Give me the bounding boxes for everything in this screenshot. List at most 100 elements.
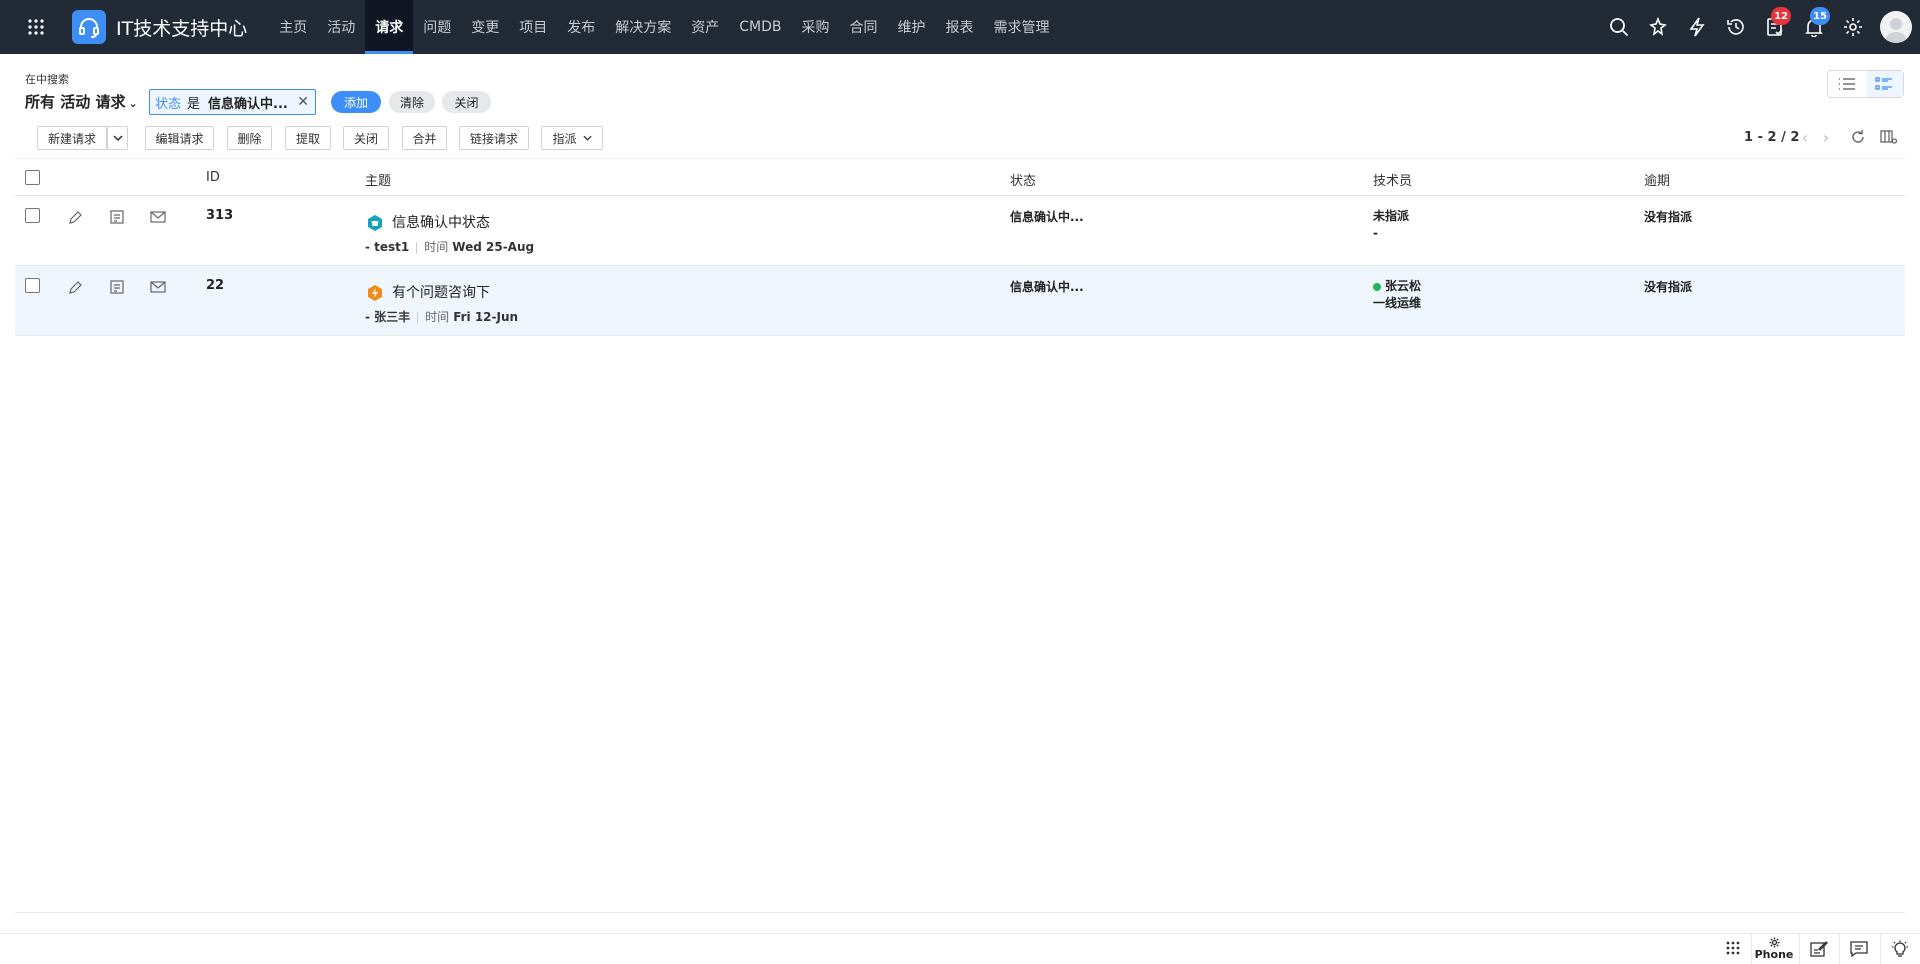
edit-request-button[interactable]: 编辑请求 (145, 126, 214, 150)
notes-icon[interactable] (108, 278, 126, 296)
nav-purchase[interactable]: 采购 (791, 0, 839, 54)
assign-dropdown-label: 指派 (552, 131, 577, 146)
column-header-id[interactable]: ID (206, 170, 220, 185)
chevron-down-icon (582, 135, 592, 141)
request-id-link[interactable]: 22 (206, 278, 224, 293)
table-row[interactable]: 313 信息确认中状态 - test1 时间 Wed 25-Aug 信息确认中...… (15, 196, 1905, 266)
request-subject-link[interactable]: 信息确认中状态 (392, 212, 490, 232)
technician-cell[interactable]: 未指派 - (1373, 208, 1409, 242)
technician-cell[interactable]: 张云松 一线运维 (1373, 278, 1421, 312)
edit-pencil-icon[interactable] (66, 278, 84, 296)
filter-chip-key: 状态 (155, 96, 182, 112)
notes-icon[interactable] (108, 208, 126, 226)
previous-page-chevron-icon[interactable]: ‹ (1797, 127, 1813, 147)
compose-note-icon[interactable] (1808, 936, 1830, 962)
nav-activities[interactable]: 活动 (317, 0, 365, 54)
notification-bell-icon[interactable]: 15 (1794, 0, 1833, 54)
app-grid-icon[interactable] (0, 0, 72, 54)
filter-chip-value: 信息确认中... (208, 96, 288, 112)
lightning-icon[interactable] (1677, 0, 1716, 54)
lightbulb-icon[interactable] (1889, 936, 1911, 962)
new-request-button[interactable]: 新建请求 (37, 126, 107, 150)
nav-home[interactable]: 主页 (269, 0, 317, 54)
nav-changes[interactable]: 变更 (461, 0, 509, 54)
nav-requests[interactable]: 请求 (365, 0, 414, 54)
user-avatar[interactable] (1880, 11, 1912, 43)
nav-projects[interactable]: 项目 (509, 0, 557, 54)
nav-solutions[interactable]: 解决方案 (605, 0, 681, 54)
content-bottom-divider (15, 912, 1905, 913)
divider (1751, 934, 1752, 964)
divider (417, 311, 419, 324)
headset-logo-icon[interactable] (72, 10, 106, 44)
nav-assets[interactable]: 资产 (681, 0, 729, 54)
requester-name[interactable]: - 张三丰 (365, 310, 410, 324)
delete-button[interactable]: 删除 (227, 126, 272, 150)
row-checkbox[interactable] (25, 208, 40, 223)
next-page-chevron-icon[interactable]: › (1818, 127, 1834, 147)
close-filter-button[interactable]: 关闭 (442, 91, 491, 113)
technician-group: - (1373, 226, 1378, 240)
select-all-checkbox[interactable] (25, 170, 40, 185)
magic-wand-icon[interactable] (1638, 0, 1677, 54)
pagination-info: 1 - 2 / 2 (1744, 130, 1800, 145)
top-right-icons: 12 15 (1599, 0, 1920, 54)
dialpad-icon[interactable] (1722, 936, 1744, 962)
status-cell[interactable]: 信息确认中... (1010, 278, 1084, 295)
filter-chip-status[interactable]: 状态 是 信息确认中... ✕ (149, 89, 316, 115)
column-header-due[interactable]: 逾期 (1644, 170, 1670, 189)
link-request-button[interactable]: 链接请求 (459, 126, 529, 150)
app-title[interactable]: IT技术支持中心 (116, 14, 247, 41)
nav-problems[interactable]: 问题 (413, 0, 461, 54)
request-meta: - 张三丰 时间 Fri 12-Jun (365, 308, 518, 325)
row-checkbox[interactable] (25, 278, 40, 293)
clear-filter-button[interactable]: 清除 (389, 91, 435, 113)
history-icon[interactable] (1716, 0, 1755, 54)
nav-contracts[interactable]: 合同 (839, 0, 887, 54)
online-status-dot (1373, 282, 1381, 291)
tasks-badge: 12 (1771, 7, 1791, 25)
phone-label: Phone (1754, 948, 1794, 961)
phone-button[interactable]: Phone (1754, 936, 1794, 962)
email-envelope-icon[interactable] (149, 208, 167, 226)
request-id-link[interactable]: 313 (206, 208, 233, 223)
new-request-dropdown-chevron-icon[interactable] (107, 126, 128, 150)
notifications-badge: 15 (1810, 7, 1830, 25)
divider (416, 241, 418, 254)
merge-button[interactable]: 合并 (402, 126, 447, 150)
nav-demand-management[interactable]: 需求管理 (983, 0, 1059, 54)
requester-name[interactable]: - test1 (365, 240, 409, 254)
due-cell: 没有指派 (1644, 280, 1693, 294)
view-selector[interactable]: 所有 活动 请求 ⌄ (25, 91, 138, 112)
column-settings-icon[interactable] (1878, 126, 1900, 148)
nav-releases[interactable]: 发布 (557, 0, 605, 54)
service-request-icon (366, 214, 384, 232)
detail-list-view-icon[interactable] (1865, 71, 1903, 97)
chat-icon[interactable] (1848, 936, 1870, 962)
refresh-icon[interactable] (1847, 126, 1869, 148)
technician-name: 张云松 (1385, 279, 1422, 293)
request-subject-link[interactable]: 有个问题咨询下 (392, 282, 490, 302)
close-request-button[interactable]: 关闭 (343, 126, 389, 150)
tasks-icon[interactable]: 12 (1755, 0, 1794, 54)
list-view-icon[interactable] (1828, 71, 1866, 97)
pickup-button[interactable]: 提取 (285, 126, 331, 150)
column-header-subject[interactable]: 主题 (365, 170, 391, 189)
table-row[interactable]: 22 有个问题咨询下 - 张三丰 时间 Fri 12-Jun 信息确认中... 张云… (15, 266, 1905, 336)
column-header-technician[interactable]: 技术员 (1373, 170, 1412, 189)
nav-maintenance[interactable]: 维护 (887, 0, 935, 54)
status-cell[interactable]: 信息确认中... (1010, 208, 1084, 225)
time-label: 时间 (424, 240, 449, 254)
bottom-bar: Phone (0, 933, 1920, 964)
remove-filter-close-icon[interactable]: ✕ (297, 94, 309, 110)
nav-cmdb[interactable]: CMDB (729, 0, 791, 54)
search-icon[interactable] (1599, 0, 1638, 54)
assign-dropdown[interactable]: 指派 (541, 126, 603, 150)
add-filter-button[interactable]: 添加 (331, 91, 381, 113)
email-envelope-icon[interactable] (149, 278, 167, 296)
settings-gear-icon[interactable] (1833, 0, 1872, 54)
divider (1839, 934, 1840, 964)
edit-pencil-icon[interactable] (66, 208, 84, 226)
column-header-status[interactable]: 状态 (1010, 170, 1036, 189)
nav-reports[interactable]: 报表 (935, 0, 983, 54)
